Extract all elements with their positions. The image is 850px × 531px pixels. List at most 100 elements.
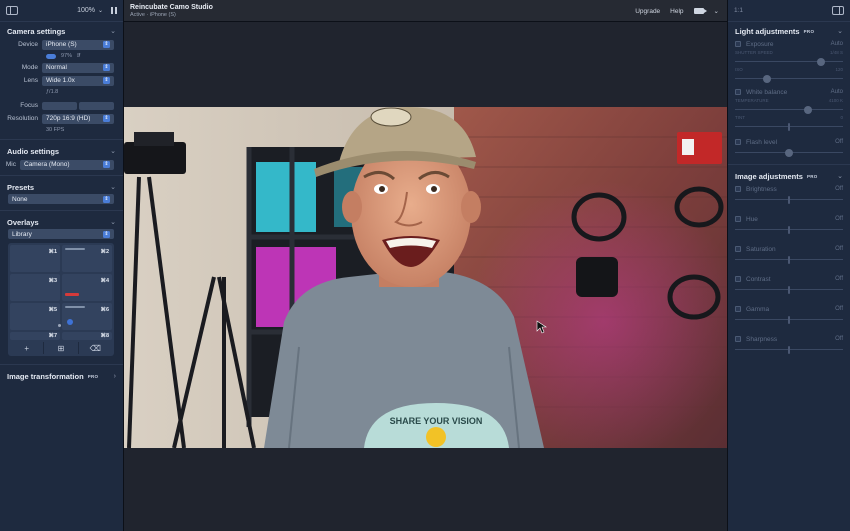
slider-knob[interactable]	[804, 106, 813, 114]
overlays-header[interactable]: Overlays ⌄	[0, 215, 123, 229]
light-adjustments-header[interactable]: Light adjustments PRO ⌄	[728, 24, 850, 38]
usb-icon: ⭿	[77, 52, 81, 59]
slider-knob[interactable]	[788, 346, 790, 354]
overlay-slot-2[interactable]: ⌘2	[62, 245, 112, 272]
grid-icon[interactable]: ⊞	[44, 342, 79, 354]
tint-label: TINT	[735, 115, 745, 120]
focus-control[interactable]	[42, 101, 114, 110]
overlay-source-select[interactable]: Library ⇕	[8, 229, 114, 239]
help-button[interactable]: Help	[670, 8, 683, 15]
shirt-text: SHARE YOUR VISION	[390, 416, 483, 426]
gamma-checkbox[interactable]	[735, 306, 741, 312]
chevron-down-icon[interactable]: ⌄	[98, 7, 103, 14]
presets-value: None	[12, 195, 28, 203]
saturation-label: Saturation	[746, 245, 776, 253]
flash-level-value: Off	[835, 139, 843, 145]
fps-value: 30 FPS	[46, 127, 65, 133]
flash-level-label: Flash level	[746, 138, 778, 146]
chevron-down-icon[interactable]: ⌄	[110, 183, 116, 191]
camera-settings-header[interactable]: Camera settings ⌄	[0, 24, 123, 38]
aspect-ratio[interactable]: 1:1	[734, 7, 743, 14]
sidebar-toggle-icon[interactable]	[6, 6, 18, 15]
slider-knob[interactable]	[788, 286, 790, 294]
device-select[interactable]: iPhone (S) ⇕	[42, 39, 114, 50]
mode-select[interactable]: Normal ⇕	[42, 62, 114, 73]
temperature-slider[interactable]	[735, 105, 843, 115]
slider-knob[interactable]	[788, 196, 790, 204]
saturation-checkbox[interactable]	[735, 246, 741, 252]
sharpness-checkbox[interactable]	[735, 336, 741, 342]
overlay-thumbnail	[65, 248, 85, 250]
overlay-shortcut: ⌘1	[48, 249, 57, 255]
chevron-down-icon[interactable]: ⌄	[110, 147, 116, 155]
overlay-slot-6[interactable]: ⌘6	[62, 303, 112, 330]
mic-row: Mic Camera (Mono) ⇕	[0, 158, 123, 171]
overlay-slot-4[interactable]: ⌘4	[62, 274, 112, 301]
overlay-slot-3[interactable]: ⌘3	[10, 274, 60, 301]
flash-level-slider[interactable]	[735, 148, 843, 158]
audio-settings-header[interactable]: Audio settings ⌄	[0, 144, 123, 158]
overlay-shortcut: ⌘2	[100, 249, 109, 255]
chevron-down-icon[interactable]: ⌄	[837, 27, 843, 35]
overlay-slot-8[interactable]: ⌘8	[62, 332, 112, 340]
audio-settings-title: Audio settings	[7, 146, 60, 156]
presets-header[interactable]: Presets ⌄	[0, 180, 123, 194]
hue-value: Off	[835, 216, 843, 222]
resolution-select[interactable]: 720p 16:9 (HD) ⇕	[42, 113, 114, 124]
chevron-down-icon[interactable]: ⌄	[837, 172, 843, 180]
image-adjustments-header[interactable]: Image adjustments PRO ⌄	[728, 169, 850, 183]
light-adjustments-title: Light adjustments	[735, 26, 800, 36]
contrast-checkbox[interactable]	[735, 276, 741, 282]
sharpness-slider[interactable]	[735, 345, 843, 355]
image-transformation-header[interactable]: Image transformation PRO ›	[0, 369, 123, 383]
select-arrows-icon: ⇕	[103, 161, 110, 168]
overlay-slot-5[interactable]: ⌘5	[10, 303, 61, 330]
pause-icon[interactable]	[111, 7, 117, 14]
contrast-slider[interactable]	[735, 285, 843, 295]
slider-knob[interactable]	[788, 256, 790, 264]
zoom-level[interactable]: 100%	[77, 7, 95, 14]
slider-knob[interactable]	[817, 58, 826, 66]
slider-knob[interactable]	[785, 149, 793, 157]
chevron-down-icon[interactable]: ⌄	[110, 27, 116, 35]
battery-icon	[46, 53, 56, 59]
shutter-speed-slider[interactable]	[735, 57, 843, 67]
slider-knob[interactable]	[788, 316, 790, 324]
brightness-checkbox[interactable]	[735, 186, 741, 192]
overlay-shortcut: ⌘6	[100, 307, 109, 313]
upgrade-button[interactable]: Upgrade	[635, 8, 660, 15]
pro-badge: PRO	[803, 28, 815, 34]
select-arrows-icon: ⇕	[103, 195, 110, 203]
temperature-label: TEMPERATURE	[735, 98, 769, 103]
tint-slider[interactable]	[735, 122, 843, 132]
slider-knob[interactable]	[788, 123, 790, 131]
white-balance-checkbox[interactable]	[735, 89, 741, 95]
add-icon[interactable]: +	[10, 342, 45, 354]
exposure-checkbox[interactable]	[735, 41, 741, 47]
overlay-slot-1[interactable]: ⌘1	[10, 245, 60, 272]
hue-checkbox[interactable]	[735, 216, 741, 222]
video-preview[interactable]: SHARE YOUR VISION	[124, 107, 727, 448]
mic-select[interactable]: Camera (Mono) ⇕	[20, 159, 114, 170]
helmet	[576, 257, 618, 297]
gamma-slider[interactable]	[735, 315, 843, 325]
overlay-toolbar: + ⊞ ⌫	[10, 342, 112, 354]
chevron-right-icon[interactable]: ›	[114, 373, 116, 380]
saturation-slider[interactable]	[735, 255, 843, 265]
presets-select[interactable]: None ⇕	[8, 194, 114, 204]
chevron-down-icon[interactable]: ⌄	[110, 218, 116, 226]
sidebar-toggle-icon[interactable]	[832, 6, 844, 15]
camera-icon[interactable]	[693, 8, 707, 14]
exposure-value: Auto	[830, 41, 843, 47]
chevron-down-icon[interactable]: ⌄	[714, 7, 719, 15]
eraser-icon[interactable]: ⌫	[79, 342, 112, 354]
focus-label: Focus	[20, 102, 38, 109]
brightness-slider[interactable]	[735, 195, 843, 205]
slider-knob[interactable]	[763, 75, 772, 83]
flash-level-checkbox[interactable]	[735, 139, 741, 145]
iso-slider[interactable]	[735, 74, 843, 84]
overlay-slot-7[interactable]: ⌘7	[10, 332, 60, 340]
hue-slider[interactable]	[735, 225, 843, 235]
slider-knob[interactable]	[788, 226, 790, 234]
lens-select[interactable]: Wide 1.0x ⇕	[42, 75, 114, 86]
